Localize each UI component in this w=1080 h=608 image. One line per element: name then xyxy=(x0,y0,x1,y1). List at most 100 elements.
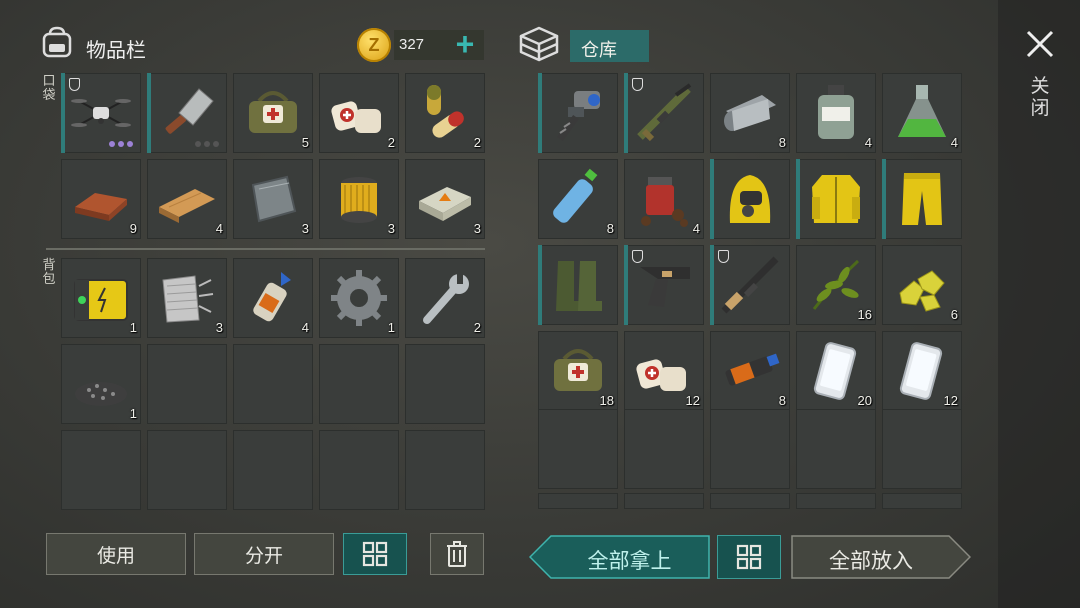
empty-slot[interactable] xyxy=(147,430,227,510)
inventory-slot[interactable]: 2 xyxy=(405,258,485,338)
item-count: 6 xyxy=(950,307,958,322)
close-icon xyxy=(1026,30,1054,58)
storage-slot[interactable] xyxy=(796,159,876,239)
storage-slot[interactable]: 12 xyxy=(882,331,962,411)
bandage-icon xyxy=(331,101,381,133)
inventory-slot[interactable]: 3 xyxy=(147,258,227,338)
fabric-roll-icon xyxy=(724,95,776,131)
storage-slot[interactable] xyxy=(624,245,704,325)
empty-slot[interactable] xyxy=(624,493,704,509)
storage-slot[interactable]: 8 xyxy=(538,159,618,239)
storage-slot[interactable]: 18 xyxy=(538,331,618,411)
empty-slot[interactable] xyxy=(61,430,141,510)
inventory-slot[interactable] xyxy=(147,73,227,153)
inventory-slot[interactable]: 2 xyxy=(405,73,485,153)
chemical-bottle-icon xyxy=(818,85,854,139)
empty-slot[interactable] xyxy=(319,344,399,424)
empty-slot[interactable] xyxy=(882,493,962,509)
inventory-slot[interactable]: 3 xyxy=(319,159,399,239)
empty-slot[interactable] xyxy=(710,493,790,509)
inventory-slot[interactable]: 3 xyxy=(233,159,313,239)
close-label[interactable]: 关闭 xyxy=(1030,76,1050,120)
add-coins-button[interactable]: + xyxy=(450,28,480,62)
inventory-slot[interactable]: 4 xyxy=(147,159,227,239)
pocket-label: 口袋 xyxy=(42,73,56,102)
storage-slot[interactable]: 8 xyxy=(710,73,790,153)
backpack-label: 背包 xyxy=(42,257,56,286)
drill-icon xyxy=(557,91,600,142)
storage-crate-icon xyxy=(517,22,561,66)
use-button[interactable]: 使用 xyxy=(46,533,186,575)
empty-slot[interactable] xyxy=(710,409,790,489)
empty-slot[interactable] xyxy=(405,344,485,424)
item-count: 3 xyxy=(473,221,481,236)
filter-icon xyxy=(341,177,377,223)
empty-slot[interactable] xyxy=(624,409,704,489)
delete-button[interactable] xyxy=(430,533,484,575)
inventory-slot[interactable]: 3 xyxy=(405,159,485,239)
storage-slot[interactable] xyxy=(710,245,790,325)
put-all-button[interactable]: 全部放入 xyxy=(791,535,971,579)
storage-slot[interactable]: 4 xyxy=(624,159,704,239)
take-all-button[interactable]: 全部拿上 xyxy=(529,535,710,579)
inventory-slot[interactable] xyxy=(61,73,141,153)
empty-slot[interactable] xyxy=(147,344,227,424)
storage-slot[interactable] xyxy=(538,245,618,325)
storage-slot[interactable] xyxy=(538,73,618,153)
inventory-slot[interactable]: 1 xyxy=(61,258,141,338)
split-button[interactable]: 分开 xyxy=(194,533,334,575)
item-count: 12 xyxy=(943,393,958,408)
sort-storage-button[interactable] xyxy=(717,535,781,579)
shield-icon xyxy=(69,78,80,91)
inventory-slot[interactable]: 4 xyxy=(233,258,313,338)
storage-slot[interactable] xyxy=(624,73,704,153)
inventory-slot[interactable]: 9 xyxy=(61,159,141,239)
item-count: 4 xyxy=(215,221,223,236)
item-count: 4 xyxy=(950,135,958,150)
hazmat-jacket-icon xyxy=(812,175,860,223)
empty-slot[interactable] xyxy=(796,493,876,509)
inventory-slot[interactable]: 1 xyxy=(319,258,399,338)
empty-slot[interactable] xyxy=(319,430,399,510)
storage-slot[interactable]: 16 xyxy=(796,245,876,325)
storage-slot[interactable] xyxy=(882,159,962,239)
inventory-slot[interactable]: 1 xyxy=(61,344,141,424)
item-count: 4 xyxy=(301,320,309,335)
assault-rifle-icon xyxy=(721,256,779,314)
coin-amount: 327 xyxy=(399,36,425,53)
empty-slot[interactable] xyxy=(233,430,313,510)
inventory-slot[interactable]: 2 xyxy=(319,73,399,153)
storage-slot[interactable]: 20 xyxy=(796,331,876,411)
item-count: 3 xyxy=(301,221,309,236)
empty-slot[interactable] xyxy=(233,344,313,424)
storage-slot[interactable]: 8 xyxy=(710,331,790,411)
empty-slot[interactable] xyxy=(538,493,618,509)
hazmat-hood-icon xyxy=(729,175,771,223)
grid-icon xyxy=(736,544,762,570)
sort-inventory-button[interactable] xyxy=(343,533,407,575)
storage-slot[interactable]: 6 xyxy=(882,245,962,325)
storage-slot[interactable]: 4 xyxy=(796,73,876,153)
empty-slot[interactable] xyxy=(882,409,962,489)
storage-slot[interactable]: 12 xyxy=(624,331,704,411)
inventory-slot[interactable]: 5 xyxy=(233,73,313,153)
pills-icon xyxy=(427,85,464,138)
coin-symbol: Z xyxy=(368,34,380,55)
wrench-icon xyxy=(423,274,469,324)
wood-plank-icon xyxy=(159,189,215,223)
metal-plate-icon xyxy=(251,175,297,223)
close-button[interactable] xyxy=(1020,24,1060,64)
quality-dots xyxy=(109,141,133,147)
empty-slot[interactable] xyxy=(405,430,485,510)
item-count: 1 xyxy=(129,320,137,335)
storage-slot[interactable]: 4 xyxy=(882,73,962,153)
empty-slot[interactable] xyxy=(796,409,876,489)
rubber-boots-icon xyxy=(556,261,602,311)
item-count: 5 xyxy=(301,135,309,150)
storage-slot[interactable] xyxy=(710,159,790,239)
item-count: 20 xyxy=(857,393,872,408)
item-count: 1 xyxy=(129,406,137,421)
hazmat-pants-icon xyxy=(902,173,942,225)
empty-slot[interactable] xyxy=(538,409,618,489)
storage-title-tab: 仓库 xyxy=(570,30,649,62)
